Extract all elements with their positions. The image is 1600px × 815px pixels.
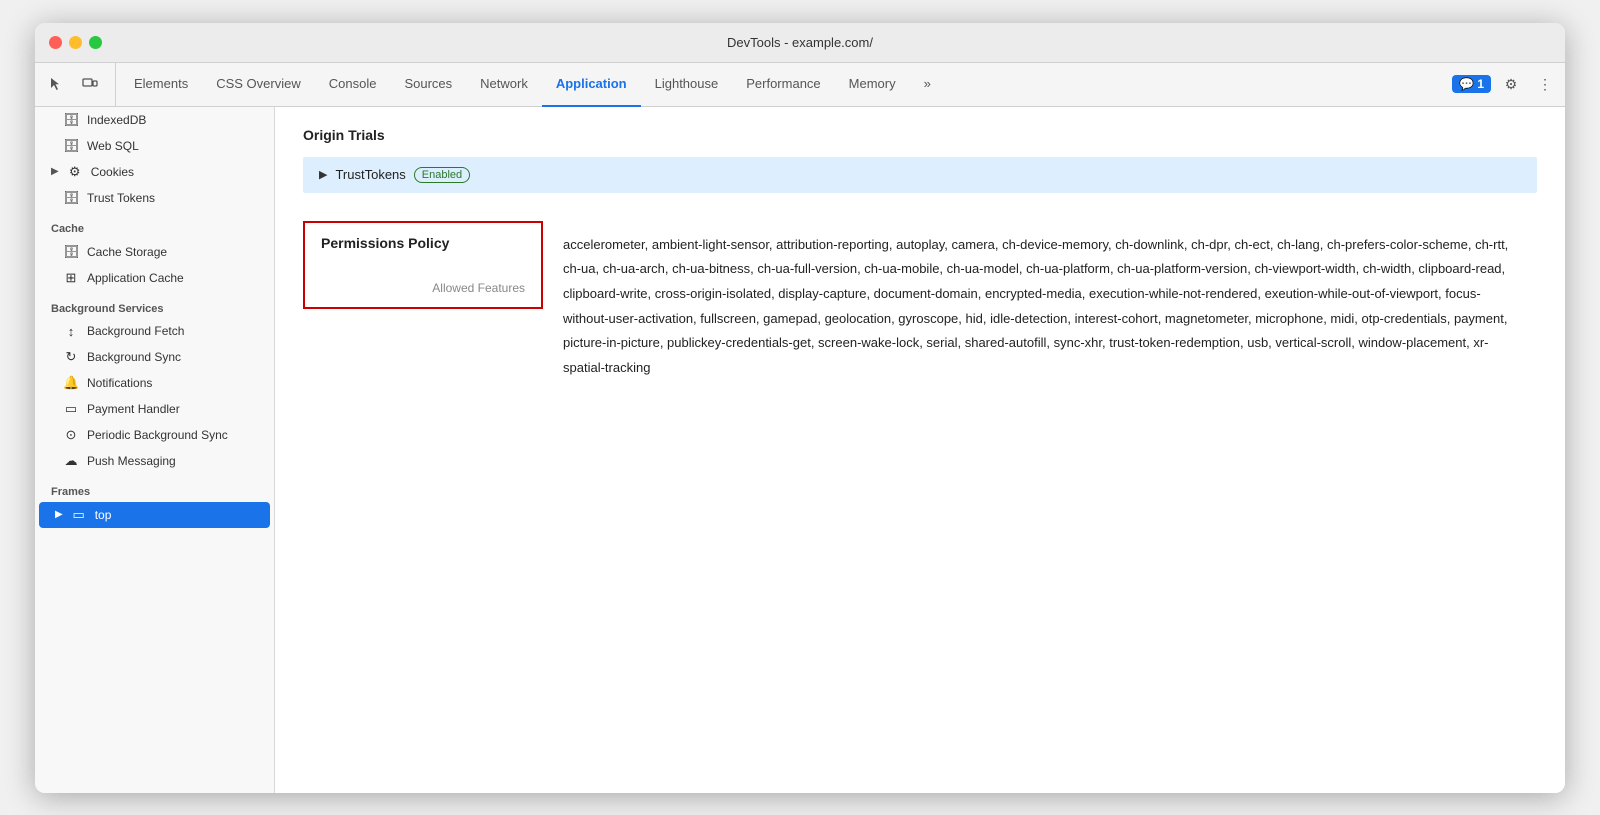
sidebar-item-indexeddb[interactable]: 🗄 IndexedDB <box>35 107 274 133</box>
notifications-icon: 🔔 <box>63 375 79 391</box>
sidebar: 🗄 IndexedDB 🗄 Web SQL ▶ ⚙ Cookies 🗄 Trus… <box>35 107 275 793</box>
cache-section-label: Cache <box>35 211 274 239</box>
sidebar-label-trust-tokens: Trust Tokens <box>87 191 155 205</box>
trust-tokens-row[interactable]: ▶ TrustTokens Enabled <box>303 157 1537 193</box>
sidebar-item-periodic-bg-sync[interactable]: ⊙ Periodic Background Sync <box>35 422 274 448</box>
tab-performance[interactable]: Performance <box>732 63 834 107</box>
sidebar-item-cache-storage[interactable]: 🗄 Cache Storage <box>35 239 274 265</box>
sidebar-label-app-cache: Application Cache <box>87 271 184 285</box>
toolbar-icon-group <box>41 63 116 106</box>
sidebar-label-push-messaging: Push Messaging <box>87 454 176 468</box>
sidebar-item-bg-fetch[interactable]: ↕ Background Fetch <box>35 319 274 344</box>
periodic-bg-sync-icon: ⊙ <box>63 427 79 443</box>
main-layout: 🗄 IndexedDB 🗄 Web SQL ▶ ⚙ Cookies 🗄 Trus… <box>35 107 1565 793</box>
toolbar-right: 💬 1 ⚙ ⋮ <box>1446 63 1559 106</box>
more-options-icon[interactable]: ⋮ <box>1531 70 1559 98</box>
device-toggle-icon[interactable] <box>75 69 105 99</box>
bg-fetch-icon: ↕ <box>63 324 79 339</box>
sidebar-label-bg-fetch: Background Fetch <box>87 324 184 338</box>
devtools-window: DevTools - example.com/ Elements CSS Ove… <box>35 23 1565 793</box>
tab-application[interactable]: Application <box>542 63 641 107</box>
cursor-icon[interactable] <box>41 69 71 99</box>
sidebar-item-payment-handler[interactable]: ▭ Payment Handler <box>35 396 274 422</box>
tab-network[interactable]: Network <box>466 63 542 107</box>
permissions-section: Permissions Policy Allowed Features acce… <box>303 221 1537 393</box>
origin-trials-title: Origin Trials <box>303 127 1537 143</box>
sidebar-item-trust-tokens[interactable]: 🗄 Trust Tokens <box>35 185 274 211</box>
titlebar: DevTools - example.com/ <box>35 23 1565 63</box>
window-title: DevTools - example.com/ <box>727 35 873 50</box>
sidebar-item-notifications[interactable]: 🔔 Notifications <box>35 370 274 396</box>
tab-more[interactable]: » <box>910 63 945 107</box>
tab-bar: Elements CSS Overview Console Sources Ne… <box>120 63 1446 106</box>
arrow-icon-top: ▶ <box>55 509 63 520</box>
sidebar-item-bg-sync[interactable]: ↻ Background Sync <box>35 344 274 370</box>
trust-tokens-label: TrustTokens <box>335 167 405 182</box>
database-icon-2: 🗄 <box>63 138 79 154</box>
sidebar-label-cache-storage: Cache Storage <box>87 245 167 259</box>
sidebar-item-app-cache[interactable]: ⊞ Application Cache <box>35 265 274 291</box>
toolbar: Elements CSS Overview Console Sources Ne… <box>35 63 1565 107</box>
minimize-button[interactable] <box>69 36 82 49</box>
allowed-features-value: accelerometer, ambient-light-sensor, att… <box>543 221 1537 393</box>
sidebar-label-notifications: Notifications <box>87 376 152 390</box>
sidebar-label-payment-handler: Payment Handler <box>87 402 180 416</box>
sidebar-label-cookies: Cookies <box>91 165 134 179</box>
payment-handler-icon: ▭ <box>63 401 79 417</box>
app-cache-icon: ⊞ <box>63 270 79 286</box>
frame-icon: ▭ <box>71 507 87 523</box>
trust-tokens-arrow: ▶ <box>319 168 327 181</box>
sidebar-label-periodic-bg-sync: Periodic Background Sync <box>87 428 228 442</box>
maximize-button[interactable] <box>89 36 102 49</box>
content-area: Origin Trials ▶ TrustTokens Enabled Perm… <box>275 107 1565 793</box>
permissions-label-box: Permissions Policy Allowed Features <box>303 221 543 309</box>
database-icon: 🗄 <box>63 112 79 128</box>
database-icon-3: 🗄 <box>63 190 79 206</box>
tab-css-overview[interactable]: CSS Overview <box>202 63 315 107</box>
allowed-features-label: Allowed Features <box>321 281 525 295</box>
sidebar-item-top[interactable]: ▶ ▭ top <box>39 502 270 528</box>
tab-sources[interactable]: Sources <box>390 63 466 107</box>
permissions-table: Permissions Policy Allowed Features acce… <box>303 221 1537 393</box>
bg-sync-icon: ↻ <box>63 349 79 365</box>
sidebar-item-push-messaging[interactable]: ☁ Push Messaging <box>35 448 274 474</box>
tab-console[interactable]: Console <box>315 63 391 107</box>
sidebar-label-websql: Web SQL <box>87 139 139 153</box>
badge-count: 1 <box>1477 77 1484 91</box>
push-messaging-icon: ☁ <box>63 453 79 469</box>
settings-icon[interactable]: ⚙ <box>1497 70 1525 98</box>
bg-services-label: Background Services <box>35 291 274 319</box>
sidebar-item-websql[interactable]: 🗄 Web SQL <box>35 133 274 159</box>
frames-label: Frames <box>35 474 274 502</box>
arrow-icon: ▶ <box>51 166 59 177</box>
tab-lighthouse[interactable]: Lighthouse <box>641 63 733 107</box>
traffic-lights <box>49 36 102 49</box>
sidebar-label-top: top <box>95 508 112 522</box>
tab-memory[interactable]: Memory <box>835 63 910 107</box>
permissions-policy-title: Permissions Policy <box>321 235 525 251</box>
console-badge[interactable]: 💬 1 <box>1452 75 1491 93</box>
cookies-icon: ⚙ <box>67 164 83 180</box>
trust-tokens-badge: Enabled <box>414 167 470 183</box>
close-button[interactable] <box>49 36 62 49</box>
cache-storage-icon: 🗄 <box>63 244 79 260</box>
badge-icon: 💬 <box>1459 77 1474 91</box>
sidebar-item-cookies[interactable]: ▶ ⚙ Cookies <box>35 159 274 185</box>
tab-elements[interactable]: Elements <box>120 63 202 107</box>
sidebar-label-bg-sync: Background Sync <box>87 350 181 364</box>
sidebar-label-indexeddb: IndexedDB <box>87 113 146 127</box>
